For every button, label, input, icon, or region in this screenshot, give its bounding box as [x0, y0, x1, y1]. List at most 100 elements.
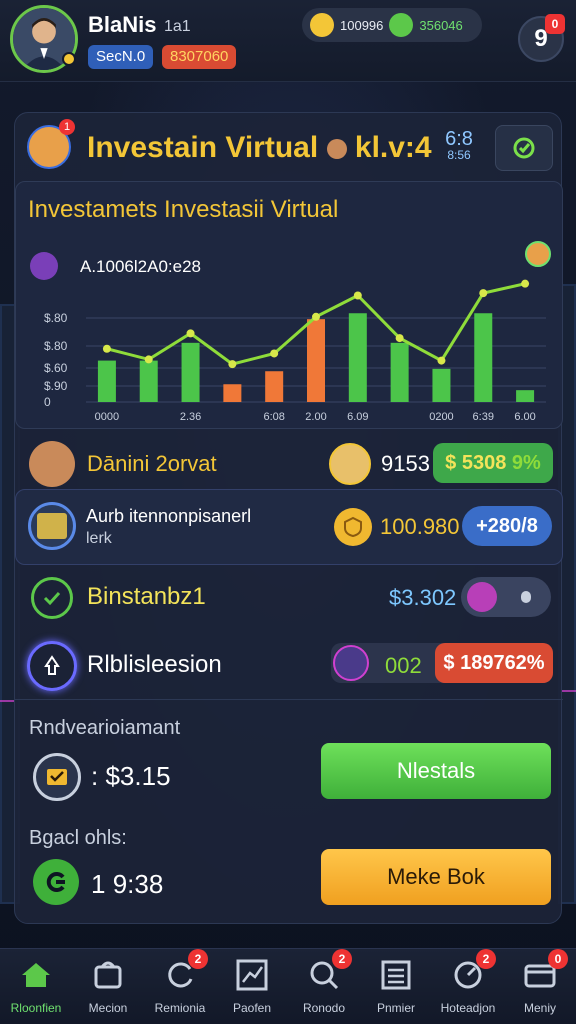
nav-item-meniy-badge: 0 — [548, 949, 568, 969]
chart-point — [437, 356, 446, 365]
chart-canvas: A.1006l2A0:e28 $.80$.80$.60$.9000000 2.36… — [30, 241, 551, 423]
nav-item-mecion[interactable]: Mecion — [72, 949, 144, 1024]
chart-bar — [223, 384, 242, 402]
nav-item-ronodo-badge: 2 — [332, 949, 352, 969]
balance-prefix: 1 — [91, 869, 106, 899]
asset-1-change[interactable]: $ 5308 9% — [433, 443, 553, 483]
investment-icon — [33, 753, 81, 801]
nav-item-home-label: Rloonfien — [10, 1001, 62, 1015]
asset-2-change[interactable]: +280/8 — [462, 506, 552, 546]
asset-1-avatar — [29, 441, 75, 487]
nav-item-pnmier-label: Pnmier — [376, 1001, 415, 1015]
asset-4-value: 002 — [385, 653, 422, 678]
make-book-button[interactable]: Meke Bok — [321, 849, 551, 905]
currency-display[interactable]: 100996 356046 — [302, 8, 482, 42]
asset-3-toggle-icon — [467, 582, 497, 612]
asset-1-label: Dānini 2orvat — [87, 451, 217, 476]
asset-row-3[interactable]: Binstanbz1 $3.302 — [15, 565, 563, 633]
chart-bar — [307, 319, 325, 402]
chart-bar — [181, 342, 200, 402]
chart-bar — [390, 342, 409, 402]
nav-item-paofen[interactable]: Paofen — [216, 949, 288, 1024]
asset-3-value: $3.302 — [389, 585, 457, 610]
currency-2-value: 356046 — [419, 17, 463, 33]
balance-section-label: Bgacl ohls: — [29, 827, 127, 849]
nav-item-paofen-label: Paofen — [232, 1001, 272, 1015]
asset-3-label: Binstanbz1 — [87, 583, 206, 610]
chart-bar — [348, 313, 367, 402]
asset-row-4[interactable]: Rlblisleesion 002 $ 189762% — [15, 633, 563, 701]
asset-3-toggle[interactable] — [461, 577, 551, 617]
panel-title-suffix: kl.v:4 — [354, 131, 432, 164]
bag-icon — [94, 961, 122, 989]
asset-1-change-suffix: 9% — [511, 452, 541, 474]
asset-2-shield-icon — [334, 508, 372, 546]
chart-bar — [139, 360, 158, 402]
neon-line-right — [562, 690, 576, 692]
nav-item-remionia[interactable]: 2 Remionia — [144, 949, 216, 1024]
nav-item-ronodo-label: Ronodo — [302, 1001, 346, 1015]
chart-point — [228, 360, 237, 369]
investment-chart: Investamets Investasii Virtual A.1006l2A… — [15, 181, 563, 429]
chart-title: Investamets Investasii Virtual — [28, 196, 339, 223]
online-status-icon — [62, 52, 76, 66]
nav-item-mecion-label: Mecion — [88, 1001, 128, 1015]
settings-badge: 0 — [545, 14, 565, 34]
nav-item-meniy[interactable]: 0 Meniy — [504, 949, 576, 1024]
home-icon — [22, 963, 50, 987]
asset-1-coin-icon — [329, 443, 371, 485]
asset-3-toggle-knob — [521, 591, 531, 603]
bottom-nav: Rloonfien Mecion 2 Remionia Paofen 2 Ron… — [0, 948, 576, 1024]
balance-value: 1 9:38 — [91, 869, 163, 900]
advisor-badge: 1 — [59, 119, 75, 135]
top-bar: BlaNis 1a1 SecN.0 8307060 100996 356046 … — [0, 0, 576, 82]
nav-item-hoteadjon-badge: 2 — [476, 949, 496, 969]
gem-avatar-icon — [389, 13, 414, 37]
chart-x-tick: 2.36 — [180, 411, 201, 423]
chart-point — [186, 329, 195, 338]
chart-point — [270, 349, 279, 358]
chart-bar — [432, 368, 451, 402]
asset-4-token-icon — [333, 645, 369, 681]
balance-icon — [33, 859, 79, 905]
chart-bar — [516, 390, 535, 402]
balance-amount: 9:38 — [112, 869, 164, 899]
chart-point — [395, 334, 404, 343]
asset-1-change-value: $ 5308 — [445, 452, 507, 474]
asset-2-card-icon — [37, 513, 67, 539]
asset-2-value: 100.980 — [380, 514, 460, 539]
neon-line-left — [0, 700, 14, 702]
asset-4-label: Rlblisleesion — [87, 651, 222, 678]
nav-item-hoteadjon[interactable]: 2 Hoteadjon — [432, 949, 504, 1024]
rank-badge: SecN.0 — [88, 45, 154, 69]
chart-bar — [97, 360, 116, 402]
investment-value: : $3.15 — [91, 761, 171, 792]
chart-point — [521, 279, 530, 288]
chart-label: A.1006l2A0:e28 — [80, 257, 201, 276]
chart-x-tick: 6:08 — [263, 411, 284, 423]
chart-x-tick: 0000 — [95, 411, 119, 423]
chart-y-tick: 0 — [44, 395, 51, 409]
refresh-button[interactable] — [495, 125, 553, 171]
asset-row-1[interactable]: Dānini 2orvat 9153 $ 5308 9% — [15, 429, 563, 497]
investment-panel: 1 Investain Virtual kl.v:4 6:8 8:56 Inve… — [14, 112, 563, 924]
panel-title: Investain Virtual kl.v:4 — [87, 131, 432, 165]
nav-item-pnmier[interactable]: Pnmier — [360, 949, 432, 1024]
asset-4-change[interactable]: $ 189762% — [435, 643, 553, 683]
chart-x-tick: 0200 — [429, 411, 453, 423]
user-level: 1a1 — [164, 18, 191, 35]
nav-item-home[interactable]: Rloonfien — [0, 949, 72, 1024]
asset-row-2[interactable]: Aurb itennonpisanerl lerk 100.980 +280/8 — [15, 489, 563, 565]
timer-top: 6:8 — [445, 128, 473, 150]
nav-item-hoteadjon-label: Hoteadjon — [440, 1001, 496, 1015]
chart-x-tick: 6.00 — [514, 411, 535, 423]
chart-icon — [30, 252, 58, 280]
chart-user-avatar — [525, 241, 551, 267]
asset-2-sublabel: lerk — [86, 530, 112, 547]
nav-item-ronodo[interactable]: 2 Ronodo — [288, 949, 360, 1024]
chart-x-tick: 2.00 — [305, 411, 326, 423]
chart-y-tick: $.80 — [44, 311, 68, 325]
invest-button[interactable]: Nlestals — [321, 743, 551, 799]
chart-y-tick: $.90 — [44, 379, 68, 393]
chart-bar — [474, 313, 493, 402]
